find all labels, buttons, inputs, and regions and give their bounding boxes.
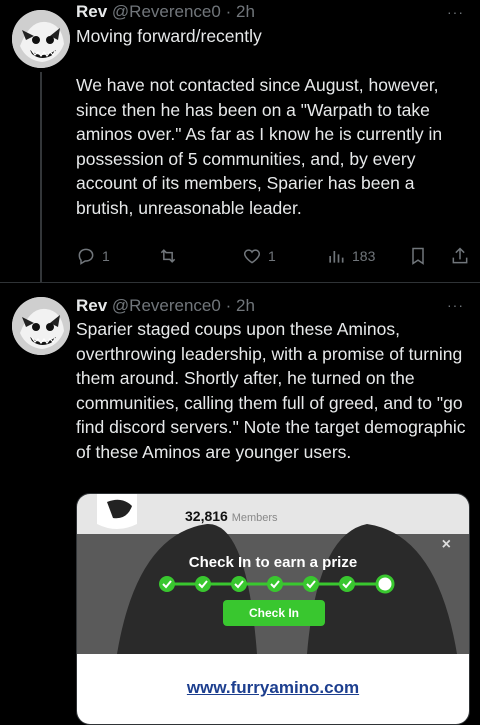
reply-count: 1: [102, 248, 110, 264]
bookmark-icon: [412, 247, 424, 265]
thread-line: [40, 72, 42, 282]
retweet-icon: [160, 249, 176, 263]
timestamp[interactable]: 2h: [236, 296, 255, 315]
views-icon: [329, 251, 344, 263]
more-options-icon[interactable]: ···: [447, 4, 464, 20]
embedded-image[interactable]: 32,816 Members × Check In to earn a priz…: [76, 493, 470, 725]
handle[interactable]: @Reverence0: [112, 2, 221, 21]
members-count: 32,816 Members: [185, 508, 278, 524]
handle[interactable]: @Reverence0: [112, 296, 221, 315]
tweet-actions: 1 1 183: [76, 246, 472, 270]
like-button[interactable]: 1: [242, 246, 276, 266]
reply-icon: [78, 248, 94, 265]
tweet-header: Rev @Reverence0 · 2h: [76, 296, 255, 316]
tweet-1[interactable]: Rev @Reverence0 · 2h ··· Moving forward/…: [0, 0, 480, 282]
share-button[interactable]: [450, 246, 470, 266]
timestamp[interactable]: 2h: [236, 2, 255, 21]
tweet-header: Rev @Reverence0 · 2h: [76, 2, 255, 22]
heart-icon: [243, 249, 261, 264]
avatar-image: [12, 10, 70, 68]
checkin-button: Check In: [223, 600, 325, 626]
bookmark-button[interactable]: [408, 246, 428, 266]
members-label: Members: [231, 512, 278, 524]
prize-text: Check In to earn a prize: [188, 554, 358, 571]
tweet-text: Sparier staged coups upon these Aminos, …: [76, 319, 471, 462]
view-count: 183: [352, 248, 376, 264]
display-name[interactable]: Rev: [76, 296, 107, 315]
display-name[interactable]: Rev: [76, 2, 107, 21]
tweet-text: Moving forward/recently We have not cont…: [76, 26, 443, 218]
close-icon: ×: [441, 536, 451, 553]
members-number: 32,816: [185, 508, 228, 524]
avatar[interactable]: [12, 10, 70, 68]
avatar-image: [12, 297, 70, 355]
more-options-icon[interactable]: ···: [447, 297, 464, 313]
avatar[interactable]: [12, 297, 70, 355]
like-count: 1: [268, 248, 276, 264]
reply-button[interactable]: 1: [76, 246, 110, 266]
retweet-button[interactable]: [158, 246, 184, 266]
embed-url: www.furryamino.com: [186, 678, 360, 697]
checkin-progress: [159, 574, 395, 594]
screenshot-image: 32,816 Members × Check In to earn a priz…: [77, 494, 469, 654]
separator-dot: ·: [225, 296, 232, 315]
tweet-2[interactable]: Rev @Reverence0 · 2h ··· Sparier staged …: [0, 283, 480, 725]
views-button[interactable]: 183: [326, 246, 375, 266]
separator-dot: ·: [225, 2, 232, 21]
share-icon: [452, 247, 468, 264]
